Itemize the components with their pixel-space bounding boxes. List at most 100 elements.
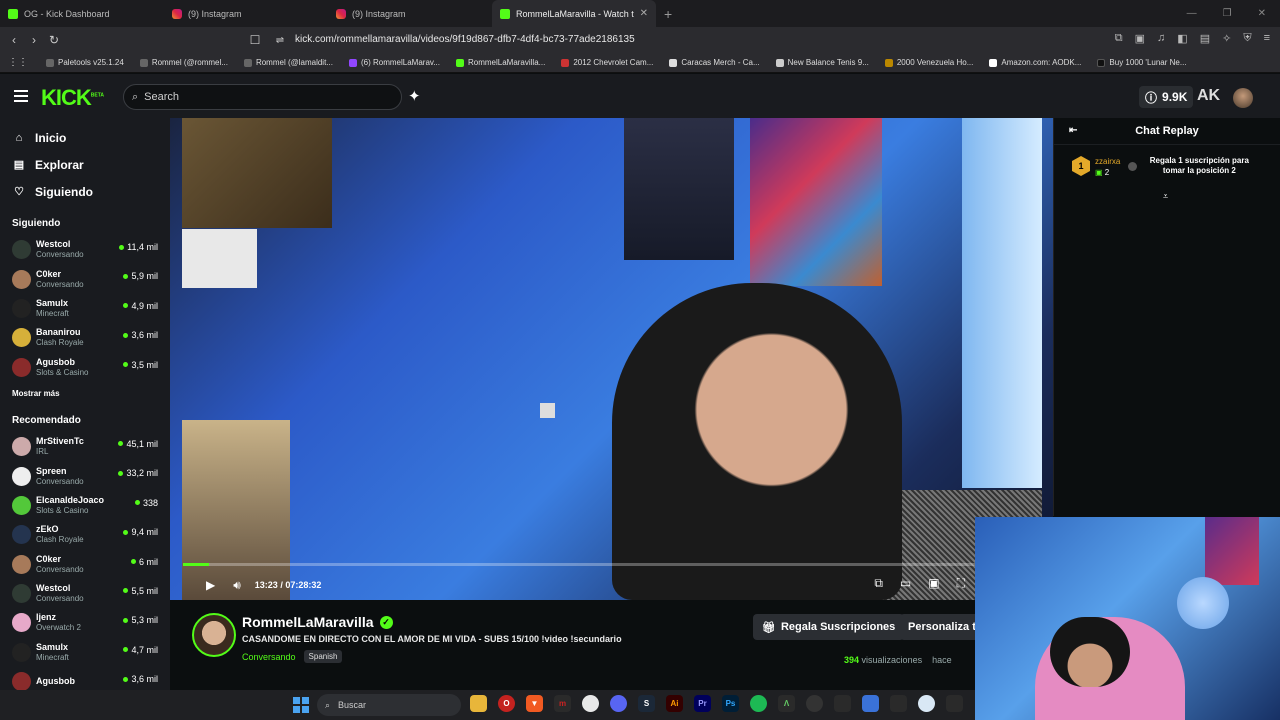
bookmark-item[interactable]: New Balance Tenis 9... [770,58,875,67]
collapse-chat-icon[interactable]: ⇤ [1069,125,1077,136]
forward-icon[interactable]: › [24,33,44,47]
app-icon[interactable]: m [554,695,571,712]
shield-icon[interactable]: ⛨ [1243,32,1251,45]
sidebar-channel-item[interactable]: Bananirou Clash Royale 3,6 mil [0,323,170,352]
minimize-icon[interactable]: — [1187,8,1197,19]
url-field[interactable]: kick.com/rommellamaravilla/videos/9f19d8… [295,34,635,45]
screenshot-icon[interactable]: ▣ [1135,32,1145,45]
menu-icon[interactable]: ≡ [1264,32,1270,45]
browser-tab[interactable]: (9) Instagram [328,0,492,27]
photoshop-icon[interactable]: Ps [722,695,739,712]
kick-logo[interactable]: KICKBETA [41,85,104,111]
sidebar-channel-item[interactable]: C0ker Conversando 6 mil [0,550,170,579]
hamburger-menu-icon[interactable] [14,90,28,102]
browser-tab[interactable]: OG - Kick Dashboard [0,0,164,27]
illustrator-icon[interactable]: Ai [666,695,683,712]
sidebar-channel-item[interactable]: Samulx Minecraft 4,9 mil [0,294,170,323]
browser-tab-active[interactable]: RommelLaMaravilla - Watch the ✕ [492,0,656,27]
personalize-button[interactable]: Personaliza t [900,614,975,640]
bookmark-item[interactable]: Amazon.com: AODK... [983,58,1087,67]
show-more-button[interactable]: Mostrar más [0,389,170,398]
sidebar-item-home[interactable]: ⌂ Inicio [0,124,170,151]
app-icon[interactable] [918,695,935,712]
sidebar-channel-item[interactable]: zEkO Clash Royale 9,4 mil [0,520,170,549]
pinned-user[interactable]: zzairxa ▣ 2 [1095,156,1120,178]
reload-icon[interactable]: ↻ [44,33,64,47]
obs-icon[interactable] [806,695,823,712]
premiere-icon[interactable]: Pr [694,695,711,712]
sidebar-channel-item[interactable]: ElcanaldeJoaco Slots & Casino 338 [0,491,170,520]
bookmark-item[interactable]: (6) RommelLaMarav... [343,58,446,67]
taskbar-search[interactable]: ⌕ Buscar [317,694,461,716]
app-icon[interactable] [862,695,879,712]
extension-icon[interactable]: ⧉ [1115,32,1123,45]
opera-icon[interactable]: O [498,695,515,712]
kicks-balance[interactable]: ⓘ 9.9K [1139,86,1194,108]
sidebar-item-explore[interactable]: ▤ Explorar [0,151,170,178]
discord-icon[interactable] [610,695,627,712]
sidebar-item-following[interactable]: ♡ Siguiendo [0,178,170,205]
search-input[interactable]: ⌕ Search [123,84,402,110]
brave-icon[interactable]: ▼ [526,695,543,712]
fullscreen-icon[interactable]: ⛶ [957,576,965,591]
theater-mode-icon[interactable]: ▣ [928,576,939,591]
live-dot-icon [123,617,129,623]
file-explorer-icon[interactable] [470,695,487,712]
bookmark-item[interactable]: Buy 1000 'Lunar Ne... [1091,58,1192,67]
sidebar-channel-item[interactable]: C0ker Conversando 5,9 mil [0,264,170,293]
music-icon[interactable]: ♫ [1157,32,1165,45]
browser-tab[interactable]: (9) Instagram [164,0,328,27]
close-tab-icon[interactable]: ✕ [640,8,648,19]
apps-grid-icon[interactable]: ⋮⋮ [8,57,28,68]
maximize-icon[interactable]: ❐ [1223,8,1232,19]
site-info-icon[interactable]: ⇌ [270,35,290,46]
clip-icon[interactable]: ▭ [900,576,911,591]
category-link[interactable]: Conversando [242,652,296,662]
bookmark-item[interactable]: Caracas Merch - Ca... [663,58,765,67]
back-icon[interactable]: ‹ [4,33,24,47]
sidebar-channel-item[interactable]: Samulx Minecraft 4,7 mil [0,638,170,667]
sidebar-channel-item[interactable]: Agusbob 3,6 mil [0,667,170,690]
expand-chevron-icon[interactable]: ⩡ [1163,191,1168,202]
progress-bar[interactable] [183,563,1040,566]
bookmark-icon[interactable]: ☐ [245,33,265,47]
sidebar-channel-item[interactable]: ljenz Overwatch 2 5,3 mil [0,608,170,637]
language-tag[interactable]: Spanish [303,650,343,663]
video-player[interactable]: ▶ 🔊︎ 13:23 / 07:28:32 ⧉ ▭ ▣ ⛶ [170,118,1053,600]
bookmark-item[interactable]: 2012 Chevrolet Cam... [555,58,659,67]
app-icon[interactable] [946,695,963,712]
app-icon[interactable] [834,695,851,712]
steam-icon[interactable]: S [638,695,655,712]
sidebar-channel-item[interactable]: Westcol Conversando 5,5 mil [0,579,170,608]
user-avatar[interactable] [1233,88,1253,108]
sidebar-channel-item[interactable]: MrStivenTc IRL 45,1 mil [0,432,170,461]
new-tab-button[interactable]: + [656,6,680,22]
sparkle-icon[interactable]: ✦ [408,87,421,105]
sidebar-channel-item[interactable]: Westcol Conversando 11,4 mil [0,235,170,264]
close-window-icon[interactable]: ✕ [1258,8,1266,19]
app-icon[interactable]: Λ [778,695,795,712]
app-icon[interactable] [890,695,907,712]
chrome-icon[interactable] [582,695,599,712]
bookmark-item[interactable]: RommelLaMaravilla... [450,58,551,67]
gift-subs-button[interactable]: 🎁︎ Regala Suscripciones [753,614,905,640]
miniplayer-icon[interactable]: ⧉ [874,576,883,591]
sidebar-toggle-icon[interactable]: ◧ [1177,32,1187,45]
bookmark-item[interactable]: Rommel (@lamaldit... [238,58,339,67]
bookmark-favicon [669,58,678,67]
sidebar-channel-item[interactable]: Spreen Conversando 33,2 mil [0,461,170,490]
play-icon[interactable]: ▶ [206,578,215,592]
ak-logo[interactable]: AK [1197,87,1220,105]
volume-icon[interactable]: 🔊︎ [233,578,241,593]
sidebar-channel-item[interactable]: Agusbob Slots & Casino 3,5 mil [0,353,170,382]
spotify-icon[interactable] [750,695,767,712]
video-frame [182,118,1042,600]
bookmark-item[interactable]: Rommel (@rommel... [134,58,234,67]
streamer-name[interactable]: RommelLaMaravilla ✓ [242,614,393,630]
streamer-avatar[interactable] [192,613,236,657]
wallet-icon[interactable]: ▤ [1200,32,1210,45]
bookmark-item[interactable]: Paletools v25.1.24 [40,58,130,67]
ai-icon[interactable]: ✧ [1222,32,1231,45]
bookmark-item[interactable]: 2000 Venezuela Ho... [879,58,980,67]
windows-start-icon[interactable] [293,697,309,713]
